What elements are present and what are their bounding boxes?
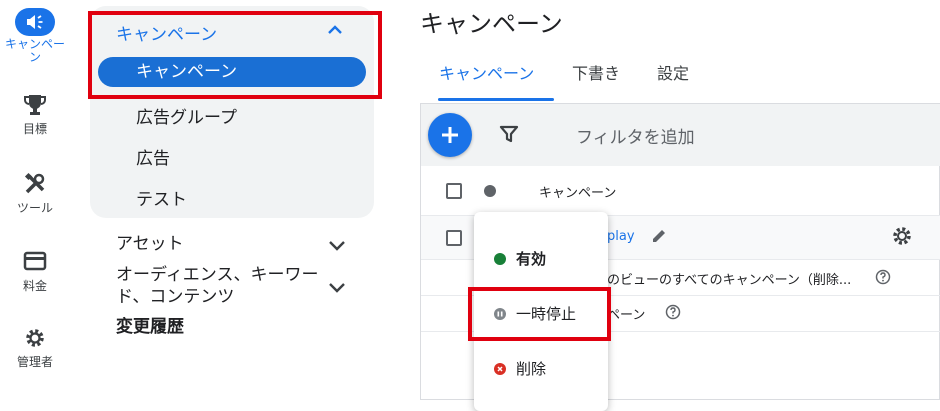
rail-item-billing[interactable]: 料金 (0, 250, 70, 294)
menu-item-removed[interactable]: 削除 (494, 358, 546, 379)
app-root: キャンペーン 目標 ツール 料金 管理者 キャンペーン キャンペーン 広告グルー… (0, 0, 940, 411)
menu-item-label: 有効 (516, 250, 547, 268)
pencil-icon[interactable] (651, 228, 667, 244)
highlight-box-pause (468, 287, 611, 341)
plus-icon (442, 127, 458, 143)
table-header-row: キャンペーン (421, 166, 940, 216)
help-icon[interactable] (875, 269, 891, 285)
tab-indicator (438, 98, 554, 101)
tab-drafts[interactable]: 下書き (572, 60, 620, 84)
status-dot-header (484, 185, 496, 197)
gear-icon (26, 329, 44, 347)
nav-item-experiments[interactable]: テスト (136, 185, 187, 210)
highlight-box-nav (88, 11, 382, 99)
rail-label-tools: ツール (16, 201, 53, 215)
tab-campaigns[interactable]: キャンペーン (439, 60, 534, 84)
filter-icon[interactable] (499, 124, 519, 144)
menu-item-label: 削除 (516, 360, 547, 378)
table-toolbar: フィルタを追加 (421, 104, 940, 166)
enabled-status-icon (494, 252, 506, 265)
row-checkbox[interactable] (446, 230, 462, 246)
select-all-checkbox[interactable] (446, 183, 462, 199)
rail-item-campaigns[interactable]: キャンペーン (0, 8, 70, 64)
row-description: ペーン (607, 308, 646, 323)
rail-item-admin[interactable]: 管理者 (0, 326, 70, 370)
nav-item-change-history[interactable]: 変更履歴 (116, 316, 184, 338)
nav-item-ad-groups[interactable]: 広告グループ (136, 103, 237, 128)
chevron-down-icon[interactable] (327, 238, 347, 252)
tab-bar: キャンペーン 下書き 設定 (420, 60, 940, 102)
gear-icon[interactable] (891, 225, 913, 247)
filter-input[interactable]: フィルタを追加 (576, 123, 695, 148)
menu-item-enabled[interactable]: 有効 (494, 248, 546, 269)
row-description: のビューのすべてのキャンペーン（削除... (607, 273, 852, 288)
column-header-campaign[interactable]: キャンペーン (539, 182, 616, 201)
nav-item-audiences[interactable]: オーディエンス、キーワード、コンテンツ (116, 264, 326, 308)
rail-label-billing: 料金 (22, 279, 47, 293)
help-icon[interactable] (665, 304, 681, 320)
credit-card-icon (23, 251, 47, 271)
nav-item-assets[interactable]: アセット (116, 233, 184, 255)
rail-item-goals[interactable]: 目標 (0, 93, 70, 137)
rail-label-admin: 管理者 (16, 355, 53, 369)
add-campaign-button[interactable] (428, 113, 472, 157)
chevron-down-icon[interactable] (327, 280, 347, 294)
rail-label-campaigns: キャンペーン (4, 37, 65, 64)
remove-icon (494, 362, 506, 375)
page-title: キャンペーン (420, 10, 563, 38)
rail-item-tools[interactable]: ツール (0, 172, 70, 216)
campaign-name-link[interactable]: play (607, 229, 635, 244)
nav-item-ads[interactable]: 広告 (136, 144, 170, 169)
megaphone-icon (15, 8, 55, 36)
trophy-icon (24, 95, 46, 115)
tools-icon (24, 172, 45, 194)
left-rail: キャンペーン 目標 ツール 料金 管理者 (0, 0, 84, 411)
tab-settings[interactable]: 設定 (657, 60, 689, 84)
rail-label-goals: 目標 (22, 122, 47, 136)
